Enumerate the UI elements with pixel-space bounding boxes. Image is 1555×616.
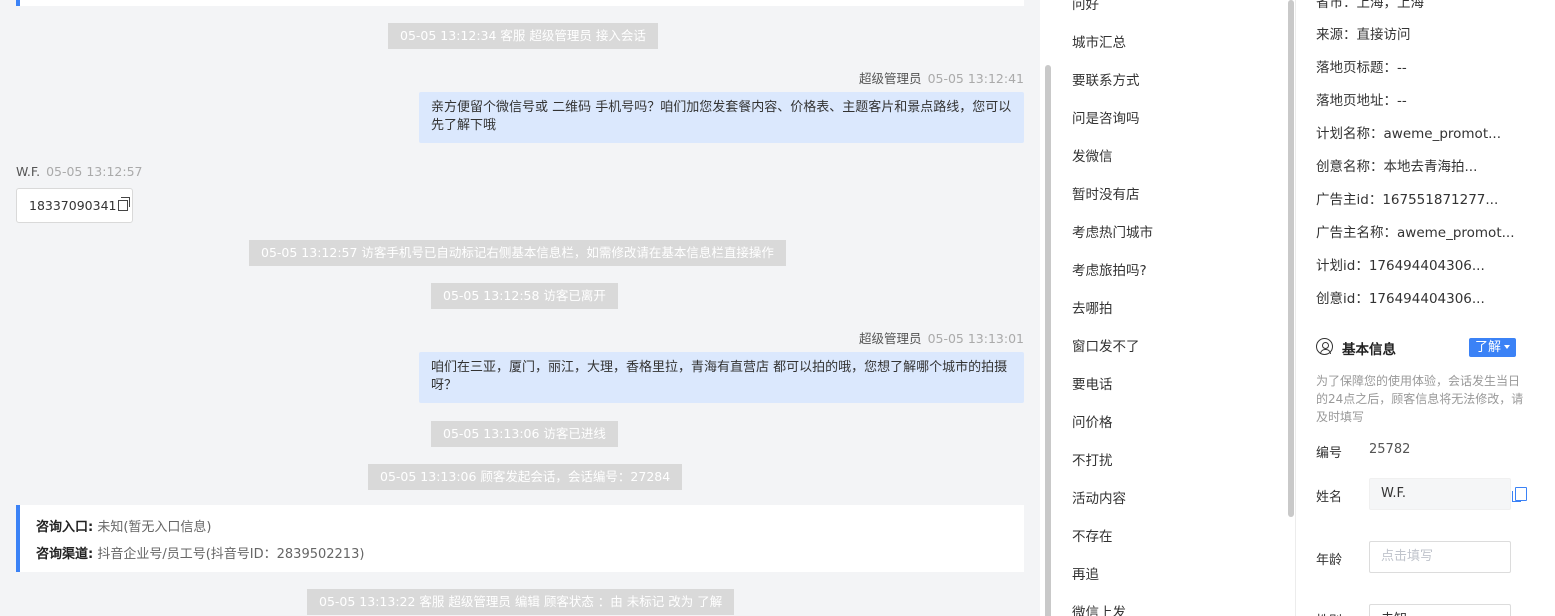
consult-channel-label: 咨询渠道: bbox=[36, 547, 94, 562]
quick-reply-item[interactable]: 发微信 bbox=[1072, 145, 1113, 165]
customer-status-dropdown[interactable]: 了解 bbox=[1469, 338, 1517, 357]
id-label: 编号 bbox=[1316, 446, 1343, 461]
info-row-creative-id: 创意id：176494404306... bbox=[1316, 291, 1485, 307]
quick-reply-item[interactable]: 要联系方式 bbox=[1072, 69, 1140, 89]
system-message: 05-05 13:12:34 客服 超级管理员 接入会话 bbox=[388, 23, 658, 49]
quick-reply-item[interactable]: 暂时没有店 bbox=[1072, 183, 1140, 203]
message-meta: 超级管理员 05-05 13:13:01 bbox=[859, 328, 1024, 347]
quick-reply-item[interactable]: 问价格 bbox=[1072, 411, 1113, 431]
quick-reply-item[interactable]: 再追 bbox=[1072, 563, 1099, 583]
info-row-plan-name: 计划名称：aweme_promot... bbox=[1316, 126, 1501, 142]
quick-reply-scrollbar[interactable] bbox=[1288, 0, 1294, 517]
system-message: 05-05 13:13:06 访客已进线 bbox=[431, 421, 618, 447]
message-meta: 超级管理员 05-05 13:12:41 bbox=[859, 68, 1024, 87]
info-row-province: 省市：上海，上海 bbox=[1316, 0, 1424, 11]
consult-info-card: 咨询入口: 未知(暂无入口信息) 咨询渠道: 抖音企业号/员工号(抖音号ID：2… bbox=[16, 505, 1024, 572]
status-label: 了解 bbox=[1475, 340, 1502, 355]
info-row-creative-name: 创意名称：本地去青海拍... bbox=[1316, 159, 1478, 175]
info-row-advertiser-id: 广告主id：167551871277... bbox=[1316, 192, 1499, 208]
info-row-plan-id: 计划id：176494404306... bbox=[1316, 258, 1485, 274]
quick-reply-item[interactable]: 微信上发 bbox=[1072, 601, 1126, 616]
quick-reply-item[interactable]: 去哪拍 bbox=[1072, 297, 1113, 317]
quick-reply-item[interactable]: 考虑热门城市 bbox=[1072, 221, 1153, 241]
previous-message-card bbox=[16, 0, 1024, 6]
quick-reply-item[interactable]: 窗口发不了 bbox=[1072, 335, 1140, 355]
message-time: 05-05 13:12:57 bbox=[46, 164, 143, 179]
system-message: 05-05 13:12:57 访客手机号已自动标记右侧基本信息栏，如需修改请在基… bbox=[249, 240, 786, 266]
quick-reply-list: 问好 城市汇总 要联系方式 问是咨询吗 发微信 暂时没有店 考虑热门城市 考虑旅… bbox=[1056, 0, 1294, 616]
customer-info-panel: 省市：上海，上海 来源：直接访问 落地页标题：-- 落地页地址：-- 计划名称：… bbox=[1296, 0, 1555, 616]
sender-name: W.F. bbox=[16, 164, 41, 179]
edit-notice: 为了保障您的使用体验，会话发生当日的24点之后，顾客信息将无法修改，请及时填写 bbox=[1316, 374, 1524, 424]
phone-number: 18337090341 bbox=[29, 198, 117, 213]
agent-message-bubble: 咱们在三亚，厦门，丽江，大理，香格里拉，青海有直营店 都可以拍的哦，您想了解哪个… bbox=[419, 352, 1024, 403]
visitor-phone-message[interactable]: 18337090341 bbox=[16, 188, 133, 223]
name-field[interactable]: W.F. bbox=[1369, 478, 1511, 510]
sender-name: 超级管理员 bbox=[859, 71, 922, 86]
id-value: 25782 bbox=[1369, 442, 1411, 457]
copy-icon[interactable] bbox=[118, 197, 131, 211]
message-time: 05-05 13:12:41 bbox=[927, 71, 1024, 86]
consult-entry-value: 未知(暂无入口信息) bbox=[97, 520, 212, 535]
info-row-advertiser-name: 广告主名称：aweme_promot... bbox=[1316, 225, 1515, 241]
quick-reply-item[interactable]: 问好 bbox=[1072, 0, 1099, 13]
copy-icon[interactable] bbox=[1512, 487, 1527, 502]
user-circle-icon bbox=[1316, 338, 1333, 355]
age-label: 年龄 bbox=[1316, 553, 1343, 568]
quick-reply-item[interactable]: 活动内容 bbox=[1072, 487, 1126, 507]
quick-reply-item[interactable]: 要电话 bbox=[1072, 373, 1113, 393]
quick-reply-item[interactable]: 不存在 bbox=[1072, 525, 1113, 545]
gender-label: 性别 bbox=[1316, 610, 1342, 616]
system-message: 05-05 13:13:06 顾客发起会话，会话编号：27284 bbox=[368, 464, 683, 490]
chat-panel: 05-05 13:12:34 客服 超级管理员 接入会话 超级管理员 05-05 … bbox=[0, 0, 1040, 616]
basic-info-title: 基本信息 bbox=[1342, 342, 1396, 358]
caret-down-icon bbox=[1504, 345, 1511, 349]
system-message: 05-05 13:12:58 访客已离开 bbox=[431, 283, 618, 309]
message-time: 05-05 13:13:01 bbox=[927, 331, 1024, 346]
info-row-landing-title: 落地页标题：-- bbox=[1316, 60, 1407, 76]
sender-name: 超级管理员 bbox=[859, 331, 922, 346]
consult-entry-label: 咨询入口: bbox=[36, 520, 94, 535]
age-field[interactable]: 点击填写 bbox=[1369, 541, 1511, 573]
message-meta: W.F. 05-05 13:12:57 bbox=[16, 164, 143, 179]
consult-channel-value: 抖音企业号/员工号(抖音号ID：2839502213) bbox=[97, 547, 365, 562]
info-row-landing-url: 落地页地址：-- bbox=[1316, 93, 1407, 109]
agent-message-bubble: 亲方便留个微信号或 二维码 手机号吗？咱们加您发套餐内容、价格表、主题客片和景点… bbox=[419, 92, 1024, 143]
consult-channel-row: 咨询渠道: 抖音企业号/员工号(抖音号ID：2839502213) bbox=[36, 541, 1008, 568]
quick-reply-item[interactable]: 城市汇总 bbox=[1072, 31, 1126, 51]
system-message: 05-05 13:13:22 客服 超级管理员 编辑 顾客状态 ：由 未标记 改… bbox=[307, 589, 735, 615]
quick-reply-item[interactable]: 不打扰 bbox=[1072, 449, 1113, 469]
gender-select[interactable]: 未知 bbox=[1369, 604, 1511, 616]
quick-reply-item[interactable]: 问是咨询吗 bbox=[1072, 107, 1140, 127]
consult-entry-row: 咨询入口: 未知(暂无入口信息) bbox=[36, 514, 1008, 541]
info-row-source: 来源：直接访问 bbox=[1316, 27, 1411, 43]
chat-scrollbar[interactable] bbox=[1045, 65, 1051, 616]
quick-reply-item[interactable]: 考虑旅拍吗? bbox=[1072, 259, 1147, 279]
name-label: 姓名 bbox=[1316, 490, 1343, 505]
